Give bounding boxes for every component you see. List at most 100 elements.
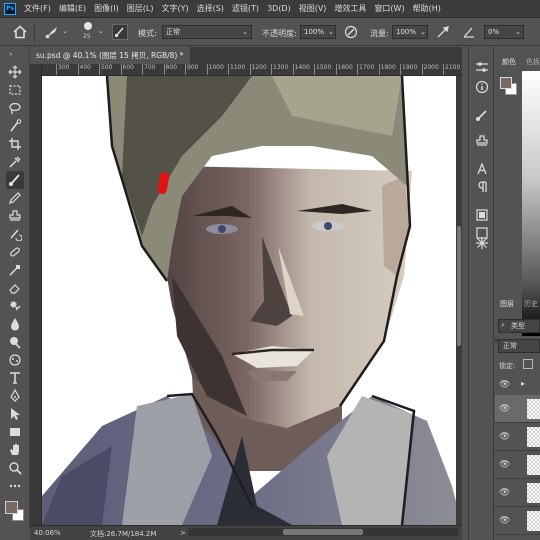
character-icon[interactable] (473, 161, 491, 177)
quick-mask-icon[interactable] (9, 525, 19, 527)
layer-row[interactable]: 👁 (495, 479, 540, 507)
hand-icon[interactable] (6, 441, 24, 459)
menu-window[interactable]: 窗口(W) (370, 0, 408, 18)
layer-row[interactable]: 👁 (495, 423, 540, 451)
horizontal-scrollbar[interactable] (188, 528, 458, 536)
menu-type[interactable]: 文字(Y) (157, 0, 192, 18)
document-tab[interactable]: su.psd @ 40.1% (图层 15 拷贝, RGB/8) * (30, 47, 190, 64)
info-icon[interactable] (473, 79, 491, 95)
mode-label: 模式: (138, 29, 157, 38)
opacity-field[interactable]: 100% ⌄ (300, 25, 336, 39)
stamp-icon[interactable] (6, 207, 24, 225)
paragraph-icon[interactable] (473, 179, 491, 195)
layer-row-selected[interactable]: 👁 (495, 395, 540, 423)
menu-view[interactable]: 视图(V) (295, 0, 331, 18)
zoom-level[interactable]: 40.06% (34, 529, 61, 537)
eyedropper-icon[interactable] (6, 153, 24, 171)
clone-icon[interactable] (6, 261, 24, 279)
visibility-eye-icon[interactable]: 👁 (499, 404, 510, 414)
visibility-eye-icon[interactable]: 👁 (499, 516, 510, 526)
brush-settings-icon[interactable] (473, 107, 491, 123)
tab-history[interactable]: 历史 (521, 297, 540, 311)
menu-filter[interactable]: 滤镜(T) (228, 0, 263, 18)
layer-row[interactable]: 👁 (495, 451, 540, 479)
layer-filter-field[interactable]: ⌕ 类型 (498, 319, 540, 333)
visibility-eye-icon[interactable]: 👁 (499, 460, 510, 470)
tab-swatches[interactable]: 色板 (523, 55, 540, 69)
angle-field[interactable]: 0% ⌄ (484, 25, 524, 39)
menu-select[interactable]: 选择(S) (193, 0, 228, 18)
visibility-eye-icon[interactable]: 👁 (499, 488, 510, 498)
lasso-icon[interactable] (6, 99, 24, 117)
foreground-color-chip[interactable] (500, 77, 512, 89)
gradient-icon[interactable] (6, 297, 24, 315)
ruler-tick-mark (378, 64, 380, 75)
menu-edit[interactable]: 编辑(E) (55, 0, 90, 18)
menu-file[interactable]: 文件(F) (20, 0, 55, 18)
dodge-icon[interactable] (6, 333, 24, 351)
crop-icon[interactable] (6, 135, 24, 153)
shape-icon[interactable] (6, 423, 24, 441)
more-icon[interactable] (6, 477, 24, 495)
brush-panel-toggle-icon[interactable] (112, 24, 128, 40)
menu-layer[interactable]: 图层(L) (123, 0, 158, 18)
document-canvas[interactable] (42, 76, 462, 525)
toolbar-collapse-icon[interactable]: » (9, 51, 13, 58)
visibility-eye-icon[interactable]: 👁 (499, 432, 510, 442)
menu-help[interactable]: 帮助(H) (409, 0, 445, 18)
menu-image[interactable]: 图像(I) (90, 0, 123, 18)
menu-3d[interactable]: 3D(D) (263, 0, 295, 18)
quick-select-icon[interactable] (6, 117, 24, 135)
tab-layers[interactable]: 图层 (497, 297, 517, 311)
pressure-opacity-icon[interactable] (344, 25, 358, 39)
eraser-icon[interactable] (6, 279, 24, 297)
zoom-icon[interactable] (6, 459, 24, 477)
ruler-tick-label: 1100 (230, 64, 246, 71)
mode-select[interactable]: 正常 ⌄ (162, 25, 252, 39)
type-icon[interactable] (6, 369, 24, 387)
layer-thumbnail (527, 427, 540, 447)
ruler-tick-label: 800 (165, 64, 177, 71)
visibility-eye-icon[interactable]: 👁 (499, 380, 510, 390)
clone-source-icon[interactable] (473, 133, 491, 149)
history-brush-icon[interactable] (6, 225, 24, 243)
ruler-tick-mark (56, 64, 57, 75)
lock-pixels-icon[interactable] (523, 359, 533, 369)
ruler-tick-mark (77, 64, 79, 75)
ruler-tick-label: 1700 (359, 64, 375, 71)
vertical-scrollbar[interactable] (456, 76, 462, 525)
airbrush-icon[interactable] (436, 25, 450, 39)
status-menu-arrow[interactable]: > (180, 529, 186, 537)
pencil-icon[interactable] (6, 189, 24, 207)
scrollbar-thumb[interactable] (457, 226, 461, 346)
marquee-icon[interactable] (6, 81, 24, 99)
folder-icon: ▸ (521, 379, 526, 388)
search-icon: ⌕ (501, 321, 505, 329)
tab-color[interactable]: 颜色 (499, 55, 519, 69)
blur-icon[interactable] (6, 315, 24, 333)
brush-size-preview[interactable]: 25 (80, 22, 96, 43)
brush-preset-icon[interactable] (44, 25, 62, 39)
pen-icon[interactable] (6, 387, 24, 405)
ruler-tick-mark (163, 64, 165, 75)
layer-thumbnail (527, 483, 540, 503)
flow-field[interactable]: 100% ⌄ (392, 25, 428, 39)
sponge-icon[interactable] (6, 351, 24, 369)
ruler-tick-mark (400, 64, 401, 75)
frames-icon[interactable] (473, 207, 491, 223)
chevron-down-icon[interactable]: ⌄ (62, 27, 68, 35)
brush-icon[interactable] (6, 171, 24, 189)
three-d-icon[interactable] (473, 235, 491, 251)
spot-heal-icon[interactable] (6, 243, 24, 261)
path-select-icon[interactable] (6, 405, 24, 423)
home-icon[interactable] (12, 25, 28, 39)
foreground-color-swatch[interactable] (5, 501, 18, 514)
chevron-down-icon[interactable]: ⌄ (98, 27, 104, 35)
adjustments-icon[interactable] (473, 59, 491, 75)
layer-row[interactable]: 👁 (495, 507, 540, 535)
photoshop-logo: Ps (4, 2, 16, 15)
move-icon[interactable] (6, 63, 24, 81)
menu-plugins[interactable]: 增效工具 (330, 0, 370, 18)
blend-mode-select[interactable]: 正常 (498, 339, 540, 353)
scrollbar-thumb[interactable] (283, 529, 363, 535)
